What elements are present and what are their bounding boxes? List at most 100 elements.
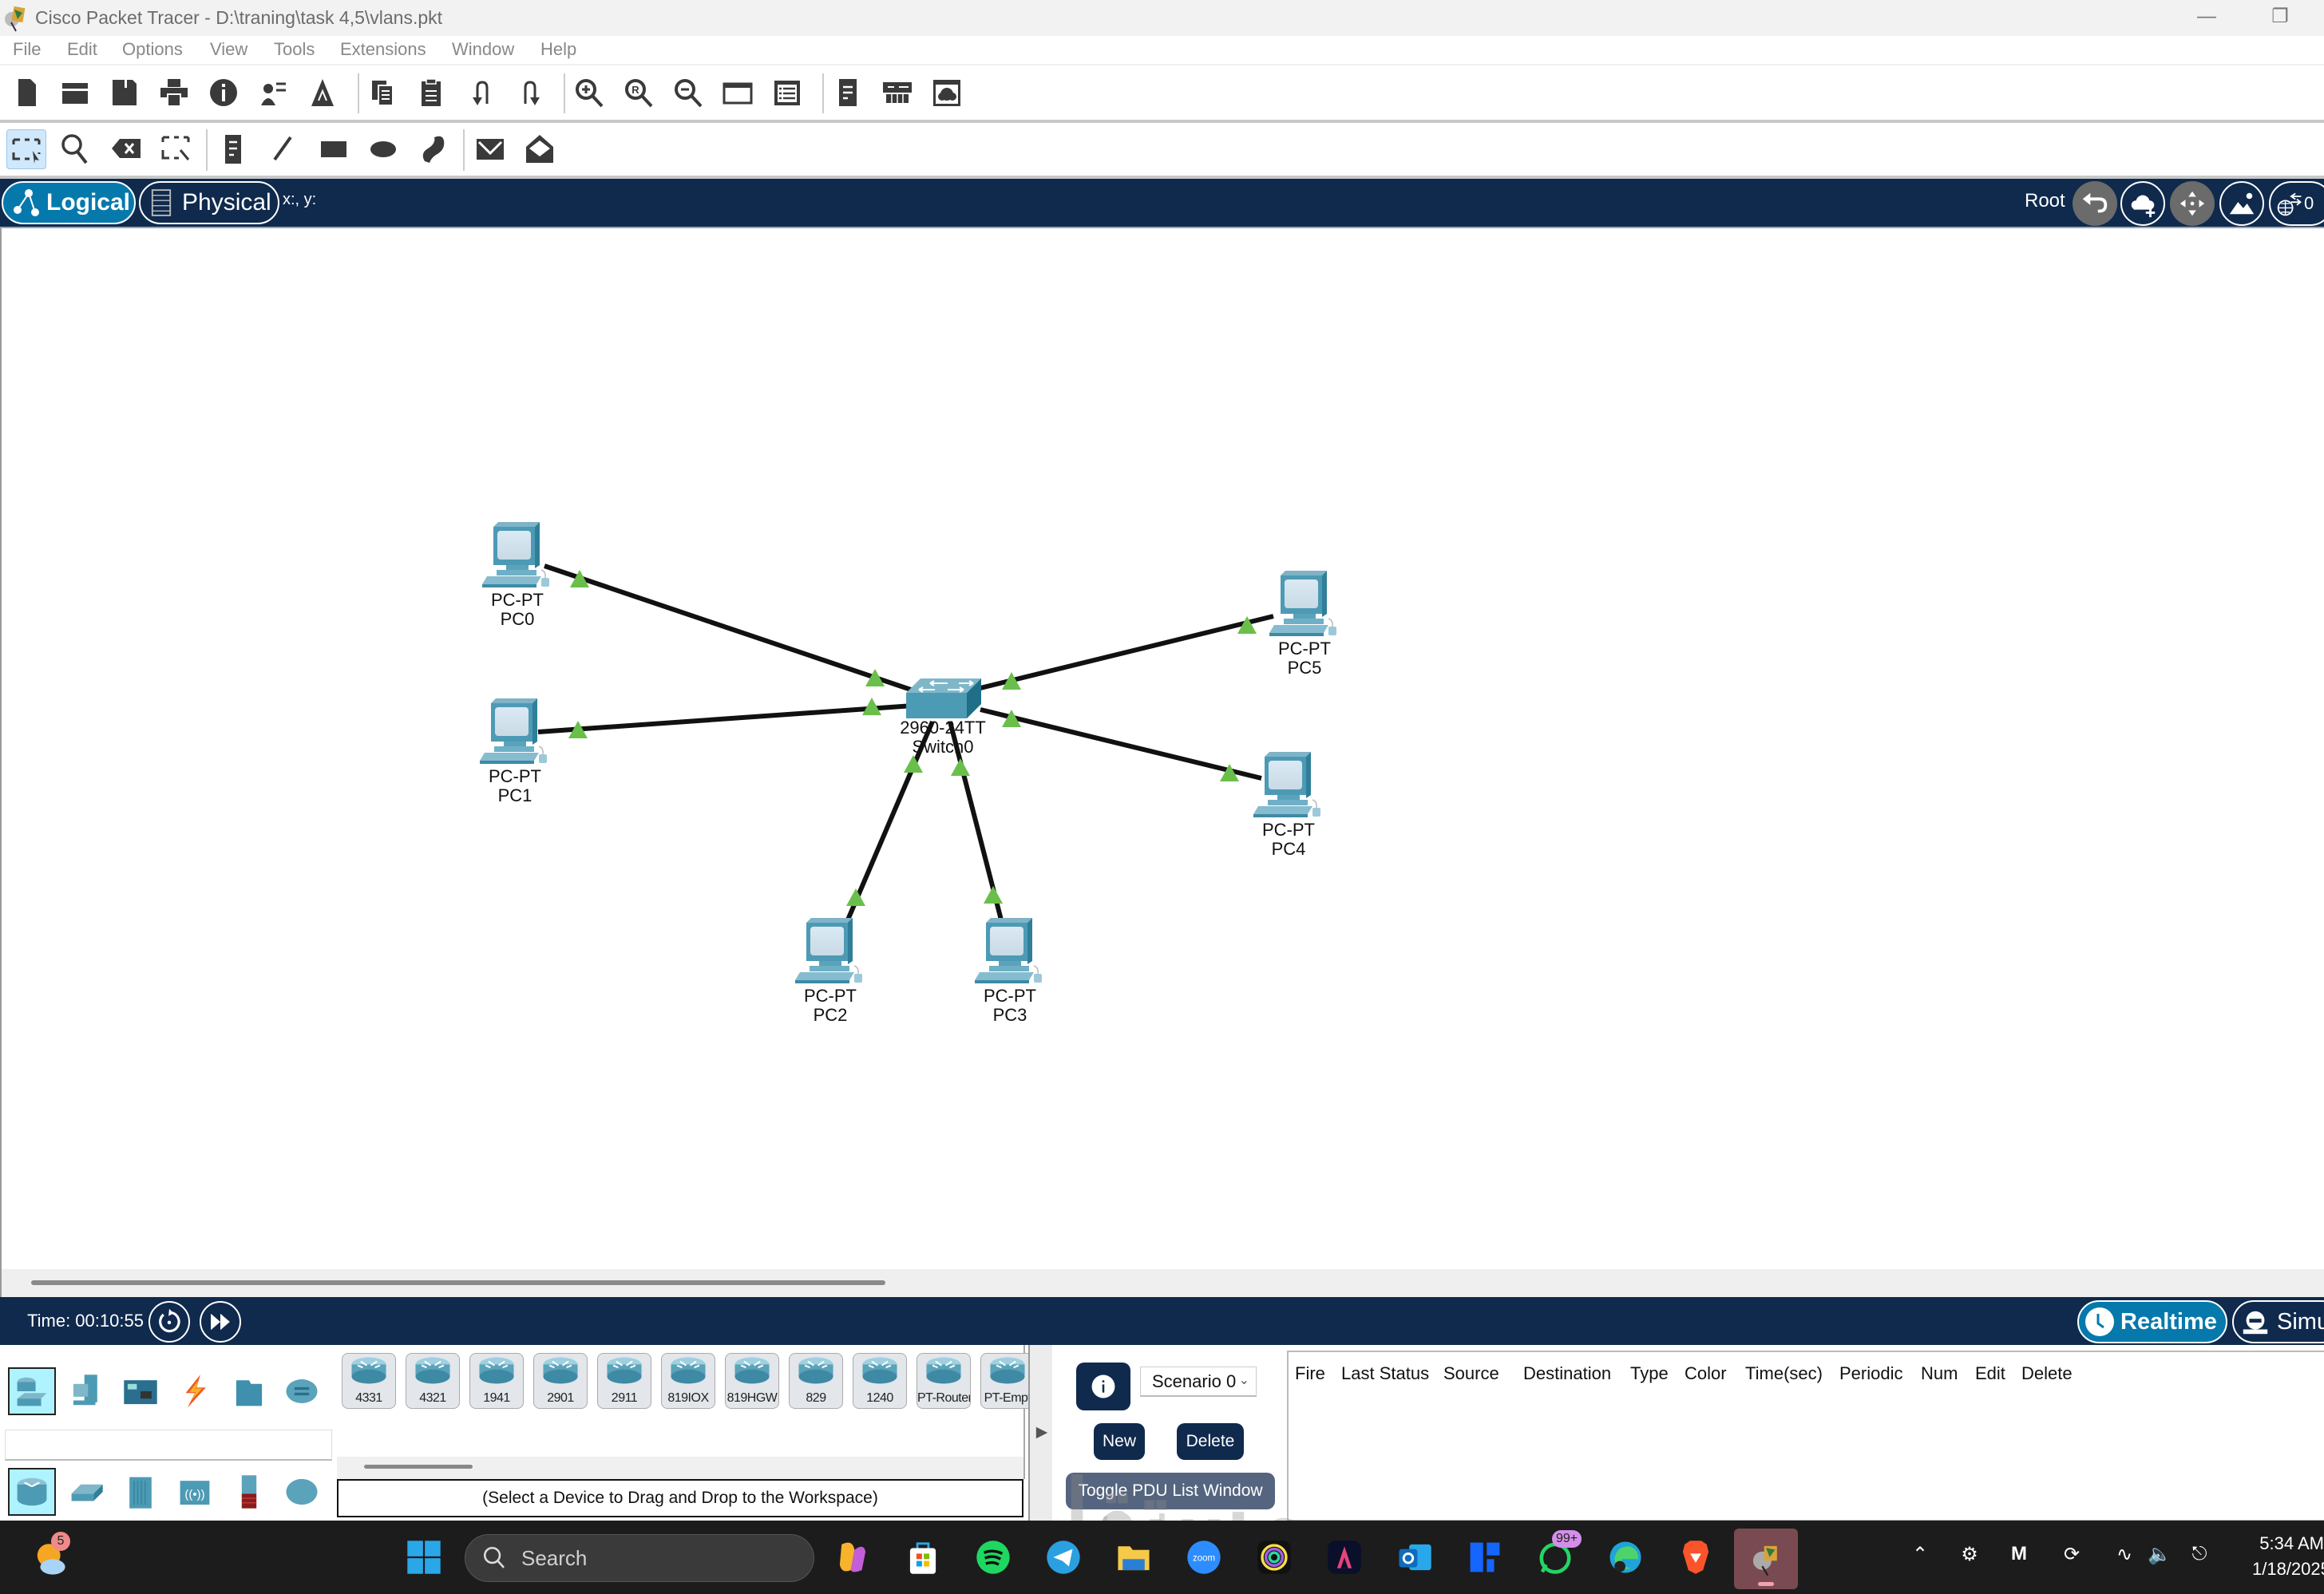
- menu-extensions[interactable]: Extensions: [340, 39, 426, 60]
- telegram-icon[interactable]: [1043, 1537, 1084, 1578]
- back-button[interactable]: [2073, 181, 2117, 226]
- inspect-icon[interactable]: [57, 131, 93, 166]
- menu-help[interactable]: Help: [540, 39, 576, 60]
- draw-line-icon[interactable]: [265, 131, 300, 166]
- set-background-button[interactable]: [2219, 181, 2264, 226]
- save-icon[interactable]: [107, 75, 142, 110]
- controls-icon[interactable]: ⚙: [1956, 1543, 1983, 1570]
- scenario-info-button[interactable]: [1076, 1363, 1130, 1410]
- wifi-icon[interactable]: ∿: [2111, 1543, 2138, 1570]
- edge-icon[interactable]: [1605, 1537, 1646, 1578]
- new-file-icon[interactable]: [10, 75, 45, 110]
- link-pc0-switch0[interactable]: [544, 564, 914, 693]
- pc-icon[interactable]: [974, 917, 1043, 984]
- custom-device-icon[interactable]: [305, 75, 340, 110]
- battery-icon[interactable]: ⎋: [2186, 1543, 2213, 1570]
- device-model-pt-empt[interactable]: PT-Empt: [980, 1353, 1035, 1409]
- device-model-4321[interactable]: 4321: [406, 1353, 460, 1409]
- security-icon[interactable]: [227, 1468, 271, 1516]
- zoom-icon[interactable]: zoom: [1183, 1537, 1225, 1578]
- restore-button[interactable]: ❐: [2248, 0, 2312, 36]
- physical-tab[interactable]: Physical: [139, 181, 279, 224]
- logical-workspace[interactable]: PC-PT PC0 PC-PT PC1 PC-PT PC2 PC-PT PC3 PC-P…: [0, 228, 2324, 1269]
- logical-tab[interactable]: Logical: [2, 181, 136, 224]
- pc-icon[interactable]: [479, 698, 548, 765]
- device-model-819iox[interactable]: 819IOX: [661, 1353, 715, 1409]
- resize-shape-icon[interactable]: [158, 131, 193, 166]
- viewport-button[interactable]: 0: [2269, 181, 2324, 226]
- device-model-1240[interactable]: 1240: [853, 1353, 907, 1409]
- file-explorer-icon[interactable]: [1113, 1537, 1154, 1578]
- menu-options[interactable]: Options: [122, 39, 183, 60]
- end-devices-icon[interactable]: [64, 1367, 109, 1415]
- drawing-palette-icon[interactable]: [720, 75, 755, 110]
- packet-tracer-taskbar-icon[interactable]: [1734, 1529, 1798, 1589]
- sync-icon[interactable]: ⟳: [2058, 1543, 2085, 1570]
- adobe-express-icon[interactable]: [1324, 1537, 1365, 1578]
- draw-rectangle-icon[interactable]: [316, 131, 351, 166]
- outlook-icon[interactable]: [1394, 1537, 1435, 1578]
- taskbar-search[interactable]: Search: [465, 1534, 814, 1582]
- m-app-icon[interactable]: M: [2005, 1543, 2033, 1570]
- zoom-reset-icon[interactable]: R: [621, 75, 656, 110]
- simulation-mode-button[interactable]: Simu: [2232, 1300, 2324, 1343]
- spotify-icon[interactable]: [972, 1537, 1014, 1578]
- workspace-app-icon[interactable]: [1464, 1537, 1506, 1578]
- select-icon[interactable]: [6, 129, 46, 169]
- view-command-log-icon[interactable]: [830, 75, 865, 110]
- clock-date[interactable]: 1/18/2025: [2252, 1559, 2324, 1580]
- new-cluster-button[interactable]: [2120, 181, 2165, 226]
- components-icon[interactable]: [118, 1367, 163, 1415]
- app-q-icon[interactable]: [1253, 1537, 1295, 1578]
- custom-devices-dialog-icon[interactable]: [770, 75, 805, 110]
- copy-icon[interactable]: [366, 75, 401, 110]
- scenario-dropdown[interactable]: Scenario 0 ⌄: [1140, 1367, 1257, 1397]
- add-complex-pdu-icon[interactable]: [522, 131, 557, 166]
- link-pc4-switch0[interactable]: [980, 707, 1262, 781]
- brave-icon[interactable]: [1675, 1537, 1716, 1578]
- device-model-4331[interactable]: 4331: [342, 1353, 396, 1409]
- clock-time[interactable]: 5:34 AM: [2252, 1533, 2324, 1554]
- device-model-pt-router[interactable]: PT-Router: [917, 1353, 971, 1409]
- activity-wizard-icon[interactable]: [206, 75, 241, 110]
- multiuser-icon[interactable]: [279, 1367, 324, 1415]
- pc-icon[interactable]: [1269, 570, 1337, 637]
- weather-widget[interactable]: 5: [32, 1532, 73, 1578]
- menu-tools[interactable]: Tools: [274, 39, 315, 60]
- toggle-pdu-list-button[interactable]: Toggle PDU List Window: [1066, 1473, 1275, 1509]
- redo-icon[interactable]: [513, 75, 548, 110]
- switches-icon[interactable]: [64, 1468, 109, 1516]
- zoom-in-icon[interactable]: [572, 75, 607, 110]
- device-list-scrollbar[interactable]: [337, 1457, 1023, 1479]
- minimize-button[interactable]: —: [2175, 0, 2239, 36]
- menu-edit[interactable]: Edit: [67, 39, 97, 60]
- device-model-2911[interactable]: 2911: [597, 1353, 651, 1409]
- move-object-button[interactable]: [2170, 181, 2215, 226]
- scrollbar-thumb[interactable]: [364, 1465, 473, 1469]
- volume-icon[interactable]: 🔈: [2146, 1543, 2173, 1570]
- place-note-icon[interactable]: [216, 131, 251, 166]
- panel-collapse-strip[interactable]: [1028, 1345, 1052, 1521]
- switch-icon[interactable]: [905, 678, 982, 719]
- pc-icon[interactable]: [794, 917, 863, 984]
- realtime-mode-button[interactable]: Realtime: [2077, 1300, 2227, 1343]
- start-button[interactable]: [403, 1537, 445, 1578]
- wireless-devices-icon[interactable]: ((•)): [172, 1468, 217, 1516]
- zoom-out-icon[interactable]: [671, 75, 706, 110]
- hubs-icon[interactable]: [118, 1468, 163, 1516]
- open-folder-icon[interactable]: [57, 75, 93, 110]
- copilot-icon[interactable]: [832, 1537, 873, 1578]
- link-pc5-switch0[interactable]: [980, 614, 1274, 690]
- device-model-1941[interactable]: 1941: [469, 1353, 524, 1409]
- draw-ellipse-icon[interactable]: [366, 131, 401, 166]
- device-model-819hgw[interactable]: 819HGW: [725, 1353, 779, 1409]
- scrollbar-thumb[interactable]: [31, 1280, 885, 1285]
- wan-emulation-icon[interactable]: [279, 1468, 324, 1516]
- device-model-829[interactable]: 829: [789, 1353, 843, 1409]
- miscellaneous-icon[interactable]: [227, 1367, 271, 1415]
- network-devices-icon[interactable]: [8, 1367, 56, 1415]
- menu-window[interactable]: Window: [452, 39, 514, 60]
- pc-icon[interactable]: [1253, 751, 1321, 818]
- routers-icon[interactable]: [8, 1468, 56, 1516]
- menu-view[interactable]: View: [210, 39, 247, 60]
